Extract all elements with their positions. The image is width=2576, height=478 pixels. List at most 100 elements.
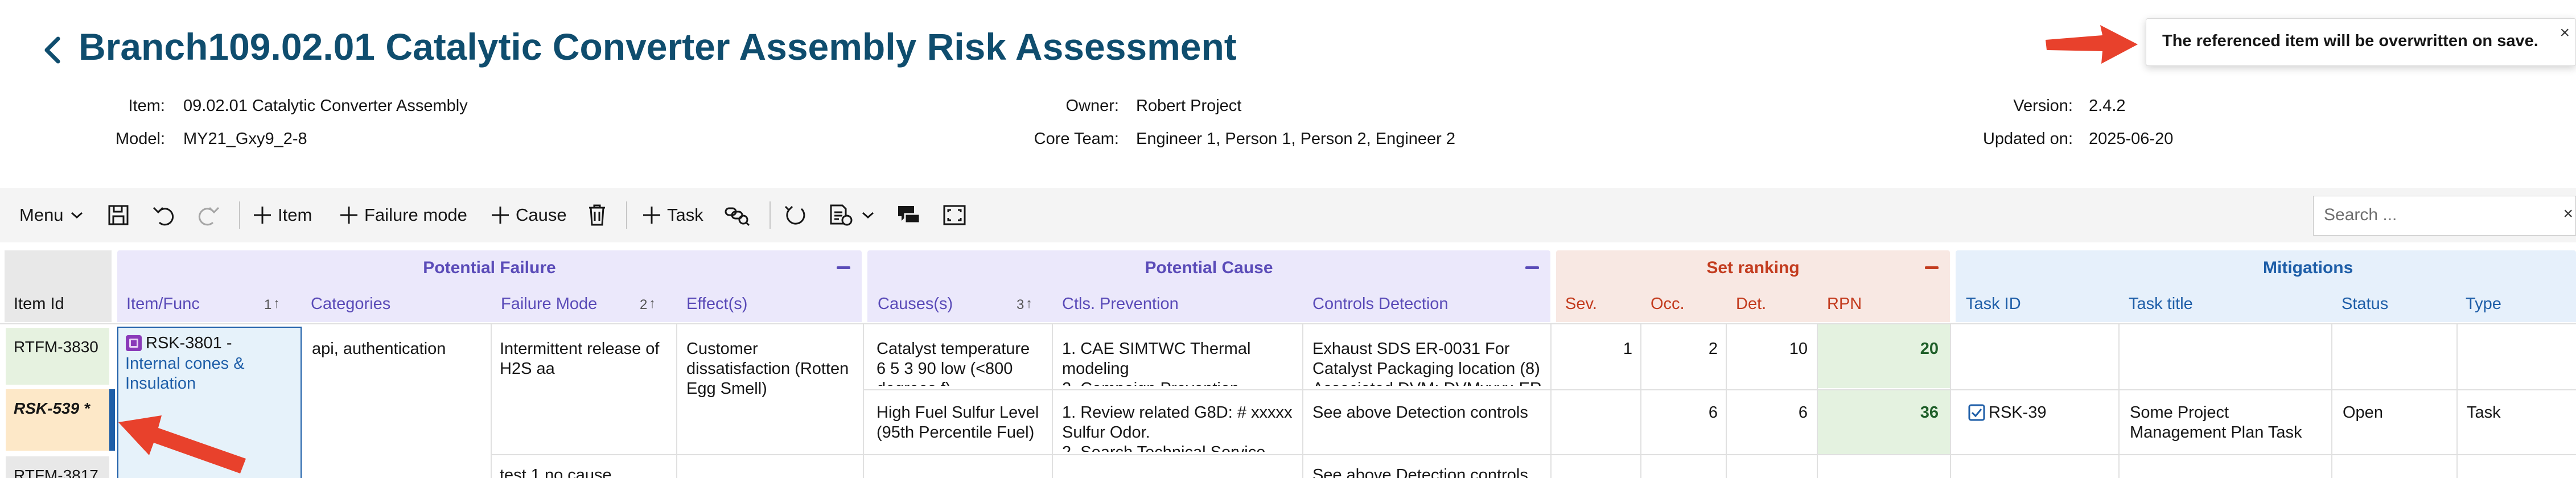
- prevention-1-line1: 1. CAE SIMTWC Thermal: [1062, 340, 1251, 358]
- col-sev[interactable]: Sev.: [1557, 286, 1643, 322]
- failure-mode-line1: Intermittent release of: [500, 340, 660, 358]
- updated-value: 2025-06-20: [2089, 130, 2174, 148]
- cause-cell-1[interactable]: Catalyst temperature 6 5 3 90 low (<800 …: [877, 339, 1050, 386]
- rpn-cell-2: 36: [1920, 403, 1939, 422]
- sort-order-1: 1: [264, 297, 272, 312]
- failure-mode-cell-3[interactable]: test 1 no cause: [500, 465, 674, 478]
- det-cell-1[interactable]: 10: [1728, 339, 1808, 359]
- back-chevron-icon[interactable]: [39, 33, 64, 67]
- item-func-text: RSK-3801 -: [146, 333, 299, 353]
- core-team-label: Core Team:: [1034, 130, 1119, 148]
- effects-cell[interactable]: Customer dissatisfaction (Rotten Egg Sme…: [686, 339, 861, 399]
- col-item-id[interactable]: Item Id: [6, 286, 112, 322]
- detection-cell-1[interactable]: Exhaust SDS ER-0031 For Catalyst Packagi…: [1312, 339, 1548, 386]
- row-id-2[interactable]: RSK-539 *: [6, 389, 109, 451]
- add-item-button[interactable]: Item: [253, 188, 312, 242]
- collapse-set-ranking-icon[interactable]: [1925, 266, 1939, 269]
- comments-button[interactable]: [897, 188, 921, 242]
- add-cause-button[interactable]: Cause: [491, 188, 567, 242]
- row-id-1[interactable]: RTFM-3830: [6, 328, 109, 385]
- annotation-arrow-right-icon: [2046, 25, 2138, 64]
- col-causes-label: Causes(s): [878, 294, 953, 313]
- refresh-button[interactable]: [783, 188, 807, 242]
- fit-screen-icon: [943, 205, 966, 225]
- save-button[interactable]: [107, 188, 130, 242]
- menu-button[interactable]: Menu: [19, 188, 84, 242]
- add-cause-label: Cause: [516, 205, 567, 225]
- col-status[interactable]: Status: [2334, 286, 2456, 322]
- undo-button[interactable]: [151, 188, 175, 242]
- sev-cell-1[interactable]: 1: [1557, 339, 1632, 359]
- redo-icon: [198, 207, 220, 226]
- task-id-cell[interactable]: RSK-39: [1989, 403, 2114, 423]
- item-func-link[interactable]: Internal cones & Insulation: [125, 354, 296, 394]
- detection-cell-2[interactable]: See above Detection controls: [1312, 403, 1548, 423]
- toolbar-divider: [626, 201, 627, 229]
- toolbar-divider: [769, 201, 771, 229]
- sort-asc-icon: ↑: [1026, 296, 1032, 311]
- prevention-1-line2: modeling: [1062, 360, 1129, 378]
- group-mitigations[interactable]: Mitigations: [1956, 250, 2576, 286]
- detection-1-line2: Catalyst Packaging location (8): [1312, 360, 1540, 378]
- categories-cell[interactable]: api, authentication: [312, 339, 488, 359]
- risk-item-icon: [126, 335, 142, 351]
- col-item-func-label: Item/Func: [126, 294, 200, 313]
- add-failure-mode-button[interactable]: Failure mode: [339, 188, 467, 242]
- status-cell[interactable]: Open: [2343, 403, 2451, 423]
- task-title-line2: Management Plan Task: [2130, 423, 2302, 442]
- cause-1-line3: degrees f): [877, 379, 1050, 386]
- toolbar: Menu Item Failure mode Cause Task Search…: [0, 188, 2576, 242]
- col-occ[interactable]: Occ.: [1643, 286, 1728, 322]
- occ-cell-2[interactable]: 6: [1643, 403, 1718, 423]
- delete-button[interactable]: [587, 188, 607, 242]
- failure-mode-line2: H2S aa: [500, 360, 555, 378]
- collapse-potential-failure-icon[interactable]: [837, 266, 850, 269]
- col-controls-detection[interactable]: Controls Detection: [1305, 286, 1549, 322]
- group-set-ranking[interactable]: Set ranking: [1556, 250, 1950, 286]
- model-label: Model:: [115, 130, 165, 148]
- group-potential-failure[interactable]: Potential Failure: [117, 250, 862, 286]
- type-cell[interactable]: Task: [2467, 403, 2569, 423]
- add-task-button[interactable]: Task: [642, 188, 703, 242]
- effects-line3: Egg Smell): [686, 380, 767, 398]
- det-cell-2[interactable]: 6: [1728, 403, 1808, 423]
- model-value: MY21_Gxy9_2-8: [183, 130, 307, 148]
- prevention-cell-2[interactable]: 1. Review related G8D: # xxxxx Sulfur Od…: [1062, 403, 1301, 452]
- sort-order-3: 3: [1017, 297, 1024, 312]
- group-potential-cause-label: Potential Cause: [1145, 258, 1273, 277]
- toast-close-icon[interactable]: ×: [2559, 23, 2570, 43]
- failure-mode-cell[interactable]: Intermittent release of H2S aa: [500, 339, 674, 379]
- col-categories[interactable]: Categories: [303, 286, 491, 322]
- col-task-title[interactable]: Task title: [2121, 286, 2343, 322]
- row-id-3[interactable]: RTFM-3817: [6, 456, 109, 478]
- prevention-2-line3: 2. Search Technical Service: [1062, 443, 1301, 452]
- cause-2-line2: (95th Percentile Fuel): [877, 423, 1035, 442]
- col-task-id[interactable]: Task ID: [1958, 286, 2120, 322]
- col-causes[interactable]: Causes(s): [870, 286, 1052, 322]
- fullscreen-button[interactable]: [943, 188, 966, 242]
- search-clear-icon[interactable]: ×: [2563, 204, 2573, 224]
- col-ctls-prevention[interactable]: Ctls. Prevention: [1054, 286, 1305, 322]
- detection-cell-3[interactable]: See above Detection controls: [1312, 465, 1548, 478]
- task-title-cell[interactable]: Some Project Management Plan Task: [2130, 403, 2329, 443]
- report-dropdown-button[interactable]: [829, 188, 875, 242]
- search-input[interactable]: [2314, 196, 2541, 234]
- link-item-button[interactable]: [724, 188, 750, 242]
- plus-icon: [254, 207, 271, 224]
- chevron-down-icon: [862, 212, 874, 219]
- cause-cell-2[interactable]: High Fuel Sulfur Level (95th Percentile …: [877, 403, 1050, 443]
- prevention-cell-1[interactable]: 1. CAE SIMTWC Thermal modeling 2. Campai…: [1062, 339, 1301, 386]
- plus-icon: [492, 207, 509, 224]
- prevention-1-line3: 2. Campaign Prevention: [1062, 379, 1301, 386]
- occ-cell-1[interactable]: 2: [1643, 339, 1718, 359]
- group-potential-cause[interactable]: Potential Cause: [867, 250, 1550, 286]
- col-det[interactable]: Det.: [1728, 286, 1819, 322]
- col-effects[interactable]: Effect(s): [678, 286, 861, 322]
- version-label: Version:: [2013, 97, 2073, 115]
- collapse-potential-cause-icon[interactable]: [1525, 266, 1539, 269]
- col-rpn[interactable]: RPN: [1819, 286, 1949, 322]
- col-type[interactable]: Type: [2458, 286, 2571, 322]
- version-value: 2.4.2: [2089, 97, 2126, 115]
- redo-button[interactable]: [197, 188, 221, 242]
- sort-asc-icon: ↑: [273, 296, 280, 311]
